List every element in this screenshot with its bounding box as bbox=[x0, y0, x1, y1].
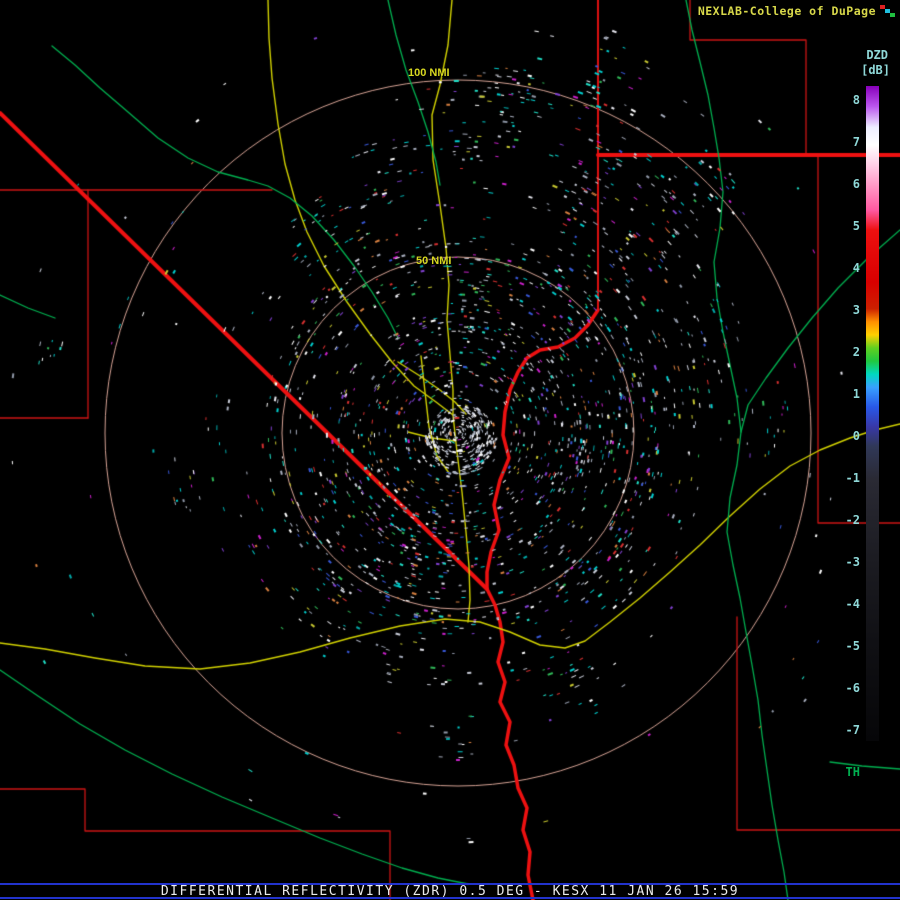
colorbar-units-label: [dB] bbox=[861, 63, 890, 77]
cod-logo-icon bbox=[880, 5, 896, 18]
colorbar-tick: 2 bbox=[852, 345, 860, 359]
range-ring-label-50nmi: 50 NMI bbox=[416, 255, 452, 267]
colorbar-product-label: DZD bbox=[866, 48, 888, 62]
range-ring-label-100nmi: 100 NMI bbox=[408, 67, 450, 79]
colorbar-tick: -6 bbox=[845, 681, 860, 695]
colorbar-tick: -4 bbox=[845, 597, 860, 611]
colorbar-tick: 0 bbox=[852, 429, 860, 443]
brand-text: NEXLAB-College of DuPage bbox=[697, 4, 876, 18]
status-bar-text: DIFFERENTIAL REFLECTIVITY (ZDR) 0.5 DEG … bbox=[160, 884, 740, 899]
colorbar-threshold-label: TH bbox=[845, 765, 860, 779]
colorbar-tick: -7 bbox=[845, 723, 860, 737]
colorbar-tick: 8 bbox=[852, 93, 860, 107]
colorbar-tick: 3 bbox=[852, 303, 860, 317]
colorbar-tick: 4 bbox=[852, 261, 860, 275]
status-bar-bottom-line bbox=[0, 897, 900, 899]
colorbar-tick: 7 bbox=[852, 135, 860, 149]
colorbar-tick: 6 bbox=[852, 177, 860, 191]
colorbar-tick: 1 bbox=[852, 387, 860, 401]
colorbar-gradient bbox=[866, 86, 879, 741]
colorbar-tick: 5 bbox=[852, 219, 860, 233]
colorbar-tick: -5 bbox=[845, 639, 860, 653]
colorbar-tick: -1 bbox=[845, 471, 860, 485]
radar-map-canvas bbox=[0, 0, 900, 900]
colorbar-tick: -3 bbox=[845, 555, 860, 569]
colorbar-tick: -2 bbox=[845, 513, 860, 527]
